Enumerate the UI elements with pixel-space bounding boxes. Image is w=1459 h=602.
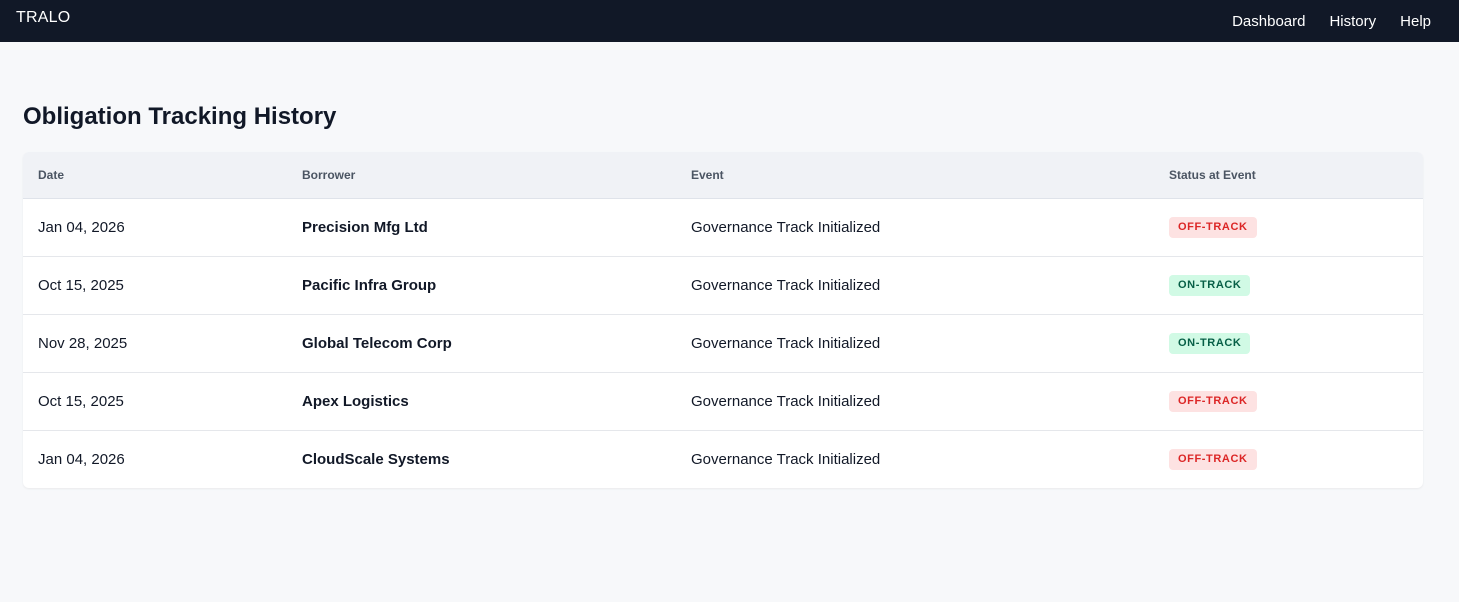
nav-link-help[interactable]: Help <box>1400 13 1431 30</box>
main-content: Obligation Tracking History Date Borrowe… <box>0 42 1459 488</box>
table-header-row: Date Borrower Event Status at Event <box>23 152 1423 198</box>
row-date: Oct 15, 2025 <box>38 392 124 410</box>
table-row: Jan 04, 2026 CloudScale Systems Governan… <box>23 430 1423 488</box>
row-status-cell: OFF-TRACK <box>1154 198 1423 256</box>
status-badge: ON-TRACK <box>1169 332 1251 354</box>
row-event: Governance Track Initialized <box>691 392 881 410</box>
row-borrower: Precision Mfg Ltd <box>302 218 428 236</box>
table-row: Nov 28, 2025 Global Telecom Corp Governa… <box>23 314 1423 372</box>
row-event: Governance Track Initialized <box>691 450 881 468</box>
row-borrower: Global Telecom Corp <box>302 334 452 352</box>
row-event: Governance Track Initialized <box>691 276 881 294</box>
history-table-card: Date Borrower Event Status at Event Jan … <box>23 152 1423 488</box>
row-event: Governance Track Initialized <box>691 218 881 236</box>
row-date: Jan 04, 2026 <box>38 218 125 236</box>
row-status-cell: OFF-TRACK <box>1154 430 1423 488</box>
row-borrower: Pacific Infra Group <box>302 276 437 294</box>
table-row: Oct 15, 2025 Pacific Infra Group Governa… <box>23 256 1423 314</box>
status-badge: OFF-TRACK <box>1169 216 1257 238</box>
header-status: Status at Event <box>1169 167 1256 182</box>
top-nav: TRALO Dashboard History Help <box>0 0 1459 42</box>
row-status-cell: OFF-TRACK <box>1154 372 1423 430</box>
nav-link-history[interactable]: History <box>1329 13 1376 30</box>
row-date: Nov 28, 2025 <box>38 334 128 352</box>
table-row: Jan 04, 2026 Precision Mfg Ltd Governanc… <box>23 198 1423 256</box>
table-row: Oct 15, 2025 Apex Logistics Governance T… <box>23 372 1423 430</box>
status-badge: OFF-TRACK <box>1169 390 1257 412</box>
page-title: Obligation Tracking History <box>23 103 337 130</box>
status-badge: ON-TRACK <box>1169 274 1251 296</box>
row-status-cell: ON-TRACK <box>1154 314 1423 372</box>
row-date: Oct 15, 2025 <box>38 276 124 294</box>
header-event: Event <box>691 167 724 182</box>
nav-link-dashboard[interactable]: Dashboard <box>1232 13 1305 30</box>
brand-logo[interactable]: TRALO <box>16 9 70 27</box>
row-date: Jan 04, 2026 <box>38 450 125 468</box>
header-date: Date <box>38 167 65 182</box>
header-borrower: Borrower <box>302 167 356 182</box>
history-table: Date Borrower Event Status at Event Jan … <box>23 152 1423 488</box>
row-borrower: CloudScale Systems <box>302 450 450 468</box>
status-badge: OFF-TRACK <box>1169 448 1257 470</box>
nav-links: Dashboard History Help <box>1232 13 1431 30</box>
row-event: Governance Track Initialized <box>691 334 881 352</box>
row-status-cell: ON-TRACK <box>1154 256 1423 314</box>
row-borrower: Apex Logistics <box>302 392 409 410</box>
